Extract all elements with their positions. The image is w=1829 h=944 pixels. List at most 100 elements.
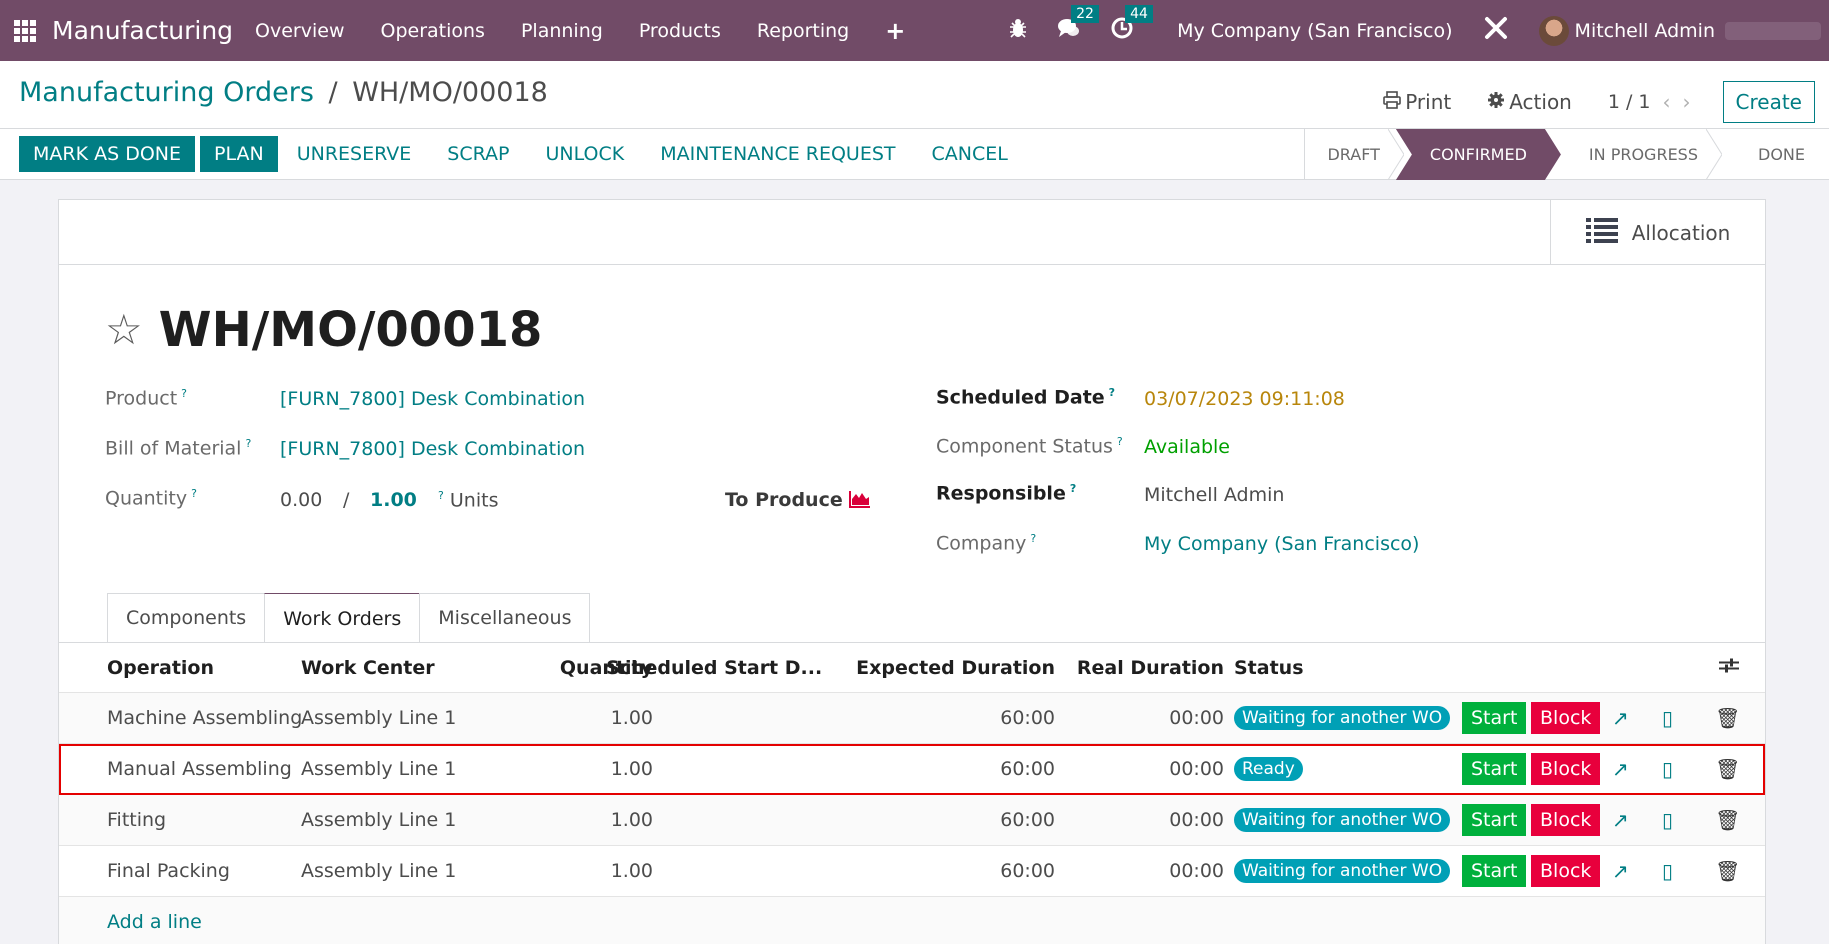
delete-trash-icon[interactable]: 🗑 (1715, 808, 1740, 832)
block-button[interactable]: Block (1531, 804, 1601, 836)
cancel-button[interactable]: CANCEL (918, 136, 1022, 172)
stage-confirmed[interactable]: CONFIRMED (1396, 129, 1561, 180)
menu-overview[interactable]: Overview (255, 20, 344, 42)
action-buttons: MARK AS DONE PLAN UNRESERVE SCRAP UNLOCK… (19, 136, 1030, 172)
tablet-view-icon[interactable]: ▯ (1662, 706, 1673, 730)
col-expected-duration[interactable]: Expected Duration (856, 657, 1055, 679)
menu-planning[interactable]: Planning (521, 20, 603, 42)
status-badge: Ready (1234, 757, 1303, 781)
col-real-duration[interactable]: Real Duration (1077, 657, 1224, 679)
app-name[interactable]: Manufacturing (52, 16, 233, 45)
col-operation[interactable]: Operation (107, 657, 214, 679)
tablet-view-icon[interactable]: ▯ (1662, 859, 1673, 883)
table-row[interactable]: Manual Assembling Assembly Line 1 1.00 6… (59, 744, 1765, 795)
component-status-label-text: Component Status (936, 435, 1113, 458)
user-avatar[interactable] (1538, 15, 1569, 46)
help-tooltip-icon[interactable]: ? (1070, 482, 1076, 495)
tools-wrench-icon[interactable] (1483, 15, 1509, 46)
delete-trash-icon[interactable]: 🗑 (1715, 859, 1740, 883)
quantity-produced-field[interactable]: 0.00 (280, 489, 322, 511)
open-external-icon[interactable]: ↗ (1612, 808, 1629, 832)
plus-icon[interactable]: + (885, 17, 905, 45)
start-button[interactable]: Start (1462, 855, 1527, 887)
activities-clock-icon[interactable]: 44 (1111, 5, 1153, 44)
forecast-chart-icon[interactable] (849, 490, 871, 513)
action-button[interactable]: Action (1487, 90, 1572, 114)
user-menu[interactable]: Mitchell Admin (1575, 20, 1715, 42)
tab-miscellaneous[interactable]: Miscellaneous (419, 593, 591, 642)
stage-draft[interactable]: DRAFT (1305, 129, 1404, 180)
debug-bug-icon[interactable] (1009, 18, 1027, 43)
create-button[interactable]: Create (1722, 81, 1815, 123)
cell-work-center: Assembly Line 1 (301, 809, 457, 831)
open-external-icon[interactable]: ↗ (1612, 706, 1629, 730)
open-external-icon[interactable]: ↗ (1612, 859, 1629, 883)
apps-menu-icon[interactable] (14, 19, 36, 42)
company-switcher[interactable]: My Company (San Francisco) (1177, 20, 1452, 42)
cell-operation: Machine Assembling (107, 707, 303, 729)
pager-value[interactable]: 1 / 1 (1608, 91, 1651, 113)
help-tooltip-icon[interactable]: ? (191, 487, 197, 500)
stage-done[interactable]: DONE (1722, 129, 1829, 180)
cell-quantity: 1.00 (610, 860, 653, 882)
breadcrumb-parent-link[interactable]: Manufacturing Orders (19, 77, 314, 108)
unlock-button[interactable]: UNLOCK (531, 136, 638, 172)
breadcrumb-separator: / (328, 77, 338, 108)
mark-as-done-button[interactable]: MARK AS DONE (19, 136, 195, 172)
company-label: Company? (936, 532, 1036, 554)
help-tooltip-icon[interactable]: ? (1117, 435, 1123, 448)
plan-button[interactable]: PLAN (200, 136, 278, 172)
help-tooltip-icon[interactable]: ? (438, 489, 444, 502)
start-button[interactable]: Start (1462, 753, 1527, 785)
quantity-total-field[interactable]: 1.00 (370, 489, 417, 511)
menu-products[interactable]: Products (639, 20, 721, 42)
help-tooltip-icon[interactable]: ? (1030, 532, 1036, 545)
star-favorite-icon[interactable]: ☆ (105, 309, 143, 351)
col-status[interactable]: Status (1234, 657, 1304, 679)
messages-icon[interactable]: 22 (1057, 5, 1099, 44)
list-icon (1585, 217, 1618, 248)
allocation-button[interactable]: Allocation (1550, 200, 1765, 265)
tab-work-orders[interactable]: Work Orders (264, 593, 421, 643)
open-external-icon[interactable]: ↗ (1612, 757, 1629, 781)
scheduled-date-field[interactable]: 03/07/2023 09:11:08 (1144, 388, 1345, 410)
table-row[interactable]: Fitting Assembly Line 1 1.00 60:00 00:00… (59, 795, 1765, 846)
record-title: WH/MO/00018 (158, 302, 543, 358)
pager-next-icon[interactable]: › (1683, 90, 1691, 114)
company-field[interactable]: My Company (San Francisco) (1144, 533, 1419, 555)
tab-components[interactable]: Components (107, 593, 266, 642)
menu-reporting[interactable]: Reporting (757, 20, 849, 42)
help-tooltip-icon[interactable]: ? (181, 387, 187, 400)
table-row[interactable]: Machine Assembling Assembly Line 1 1.00 … (59, 693, 1765, 744)
menu-operations[interactable]: Operations (380, 20, 484, 42)
block-button[interactable]: Block (1531, 753, 1601, 785)
start-button[interactable]: Start (1462, 804, 1527, 836)
pager-previous-icon[interactable]: ‹ (1663, 90, 1671, 114)
tablet-view-icon[interactable]: ▯ (1662, 808, 1673, 832)
responsible-field[interactable]: Mitchell Admin (1144, 484, 1284, 506)
add-a-line-link[interactable]: Add a line (107, 911, 202, 933)
help-tooltip-icon[interactable]: ? (245, 437, 251, 450)
col-work-center[interactable]: Work Center (301, 657, 435, 679)
scrap-button[interactable]: SCRAP (433, 136, 523, 172)
col-scheduled-start[interactable]: Scheduled Start D... (606, 657, 822, 679)
block-button[interactable]: Block (1531, 855, 1601, 887)
cell-real-duration: 00:00 (1169, 809, 1224, 831)
delete-trash-icon[interactable]: 🗑 (1715, 706, 1740, 730)
optional-columns-toggle-icon[interactable] (1719, 655, 1739, 680)
block-button[interactable]: Block (1531, 702, 1601, 734)
table-row[interactable]: Final Packing Assembly Line 1 1.00 60:00… (59, 846, 1765, 897)
start-button[interactable]: Start (1462, 702, 1527, 734)
maintenance-request-button[interactable]: MAINTENANCE REQUEST (646, 136, 909, 172)
bom-field[interactable]: [FURN_7800] Desk Combination (280, 438, 585, 460)
tablet-view-icon[interactable]: ▯ (1662, 757, 1673, 781)
product-field[interactable]: [FURN_7800] Desk Combination (280, 388, 585, 410)
quantity-uom-text[interactable]: Units (450, 489, 499, 511)
stage-in-progress[interactable]: IN PROGRESS (1553, 129, 1722, 180)
unreserve-button[interactable]: UNRESERVE (283, 136, 426, 172)
cell-work-center: Assembly Line 1 (301, 707, 457, 729)
component-status-label: Component Status? (936, 435, 1123, 457)
help-tooltip-icon[interactable]: ? (1109, 386, 1115, 399)
print-button[interactable]: Print (1383, 90, 1451, 114)
delete-trash-icon[interactable]: 🗑 (1715, 757, 1740, 781)
